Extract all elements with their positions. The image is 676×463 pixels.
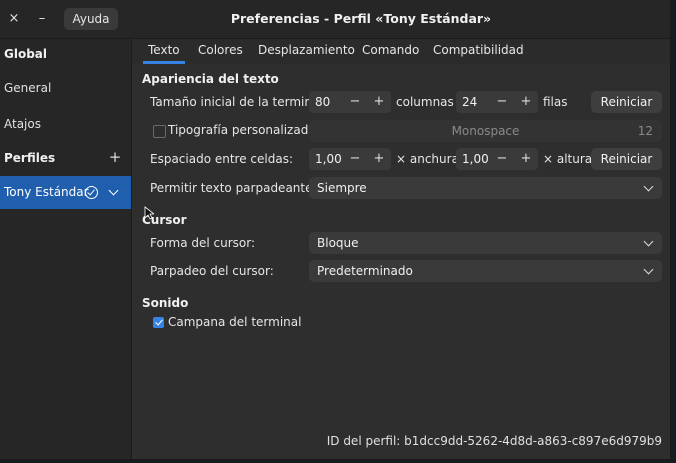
font-chooser-button[interactable]: Monospace 12 [309, 120, 662, 142]
tab-command[interactable]: Comando [362, 39, 419, 64]
sidebar-heading-profiles: Perfiles [4, 151, 56, 165]
window-title: Preferencias - Perfil «Tony Estándar» [230, 11, 492, 26]
sidebar-item-profile[interactable]: Tony Estándar [0, 176, 131, 209]
columns-spinner: 80 − + [309, 91, 391, 113]
height-spinner: 1,00 − + [456, 148, 538, 170]
rows-value[interactable]: 24 [462, 91, 477, 113]
reset-spacing-button[interactable]: Reiniciar [591, 148, 662, 170]
custom-font-label: Tipografía personalizada: [168, 123, 320, 137]
terminal-bell-checkbox[interactable] [153, 317, 164, 328]
blink-text-dropdown[interactable]: Siempre [309, 177, 662, 199]
columns-minus-icon[interactable]: − [347, 91, 363, 113]
rows-spinner: 24 − + [456, 91, 538, 113]
header-bar: × – Ayuda Preferencias - Perfil «Tony Es… [0, 0, 670, 39]
height-unit: × altura [543, 152, 593, 166]
custom-font-checkbox[interactable] [153, 125, 166, 138]
cursor-blink-label: Parpadeo del cursor: [150, 264, 274, 278]
rows-minus-icon[interactable]: − [494, 91, 510, 113]
section-text-appearance: Apariencia del texto [142, 72, 279, 86]
tab-scrolling[interactable]: Desplazamiento [258, 39, 355, 64]
height-plus-icon[interactable]: + [518, 148, 534, 170]
width-plus-icon[interactable]: + [371, 148, 387, 170]
width-unit: × anchura [396, 152, 459, 166]
sidebar-item-general[interactable]: General [4, 81, 51, 95]
sidebar: Global General Atajos Perfiles + Tony Es… [0, 39, 132, 459]
default-profile-check-icon [85, 186, 98, 199]
terminal-bell-label: Campana del terminal [168, 315, 302, 329]
tab-compatibility[interactable]: Compatibilidad [433, 39, 524, 64]
tab-colors[interactable]: Colores [198, 39, 243, 64]
columns-plus-icon[interactable]: + [371, 91, 387, 113]
preferences-window: × – Ayuda Preferencias - Perfil «Tony Es… [0, 0, 671, 460]
rows-plus-icon[interactable]: + [518, 91, 534, 113]
profile-id: ID del perfil: b1dcc9dd-5262-4d8d-a863-c… [326, 434, 662, 448]
font-size: 12 [637, 124, 653, 138]
cursor-shape-dropdown[interactable]: Bloque [309, 232, 662, 254]
chevron-down-icon [643, 236, 654, 247]
width-spinner: 1,00 − + [309, 148, 391, 170]
tab-text[interactable]: Texto [143, 39, 185, 64]
close-icon[interactable]: × [5, 10, 23, 28]
help-button[interactable]: Ayuda [64, 8, 118, 30]
chevron-down-icon [643, 181, 654, 192]
width-minus-icon[interactable]: − [347, 148, 363, 170]
columns-unit: columnas [396, 95, 454, 109]
height-value[interactable]: 1,00 [462, 148, 489, 170]
cursor-shape-value: Bloque [317, 236, 359, 250]
profile-name: Tony Estándar [4, 185, 89, 199]
cursor-shape-label: Forma del cursor: [150, 236, 256, 250]
cursor-blink-value: Predeterminado [317, 264, 413, 278]
cursor-blink-dropdown[interactable]: Predeterminado [309, 260, 662, 282]
font-name: Monospace [451, 124, 520, 138]
cell-spacing-label: Espaciado entre celdas: [150, 152, 294, 166]
section-sound: Sonido [142, 296, 189, 310]
blink-text-value: Siempre [317, 181, 367, 195]
reset-size-button[interactable]: Reiniciar [591, 91, 662, 113]
blink-text-label: Permitir texto parpadeante: [150, 181, 317, 195]
add-profile-icon[interactable]: + [108, 150, 122, 165]
chevron-down-icon[interactable] [108, 185, 119, 196]
sidebar-item-shortcuts[interactable]: Atajos [4, 117, 41, 131]
width-value[interactable]: 1,00 [315, 148, 342, 170]
chevron-down-icon [643, 264, 654, 275]
minimize-icon[interactable]: – [33, 10, 51, 28]
rows-unit: filas [543, 95, 568, 109]
terminal-size-label: Tamaño inicial de la terminal: [150, 95, 327, 109]
columns-value[interactable]: 80 [315, 91, 330, 113]
mouse-pointer-icon [144, 206, 154, 220]
height-minus-icon[interactable]: − [494, 148, 510, 170]
tab-bar: Texto Colores Desplazamiento Comando Com… [132, 39, 670, 64]
sidebar-heading-global: Global [4, 47, 48, 61]
